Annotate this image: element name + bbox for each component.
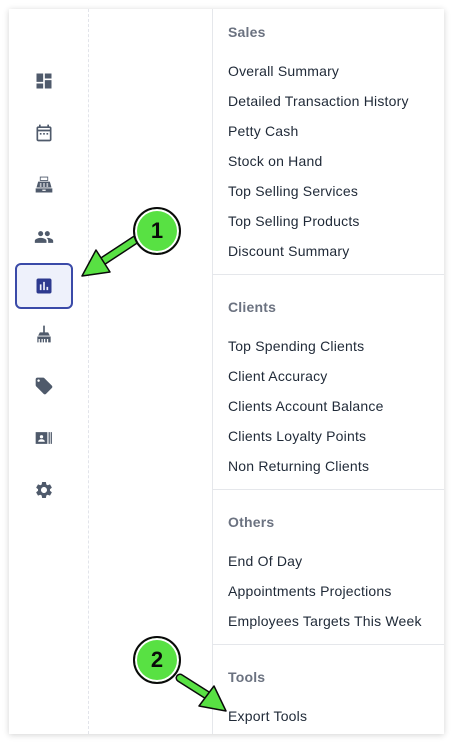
- menu-item-petty-cash[interactable]: Petty Cash: [228, 123, 298, 139]
- calendar-icon: [36, 124, 52, 142]
- menu-item-appointments-projections[interactable]: Appointments Projections: [228, 583, 392, 599]
- gear-icon: [36, 482, 52, 498]
- menu-item-top-spending-clients[interactable]: Top Spending Clients: [228, 338, 364, 354]
- contact-card-icon: [35, 432, 52, 444]
- section-title-others: Others: [228, 514, 275, 530]
- cash-register-icon: [35, 176, 53, 193]
- sidebar: [9, 9, 89, 734]
- menu-item-employees-targets-this-week[interactable]: Employees Targets This Week: [228, 613, 422, 629]
- menu-item-top-selling-services[interactable]: Top Selling Services: [228, 183, 358, 199]
- menu-item-end-of-day[interactable]: End Of Day: [228, 553, 302, 569]
- tag-icon: [35, 377, 53, 395]
- content-gap: [89, 9, 213, 734]
- menu-item-export-tools[interactable]: Export Tools: [228, 708, 307, 724]
- menu-item-overall-summary[interactable]: Overall Summary: [228, 63, 339, 79]
- sidebar-item-tags[interactable]: [15, 363, 73, 409]
- app-window: Sales Overall Summary Detailed Transacti…: [9, 9, 444, 734]
- menu-item-non-returning-clients[interactable]: Non Returning Clients: [228, 458, 369, 474]
- menu-item-stock-on-hand[interactable]: Stock on Hand: [228, 153, 322, 169]
- sidebar-item-cleaning[interactable]: [15, 311, 73, 357]
- menu-item-clients-account-balance[interactable]: Clients Account Balance: [228, 398, 384, 414]
- sidebar-item-settings[interactable]: [15, 467, 73, 513]
- callout-badge-1: 1: [133, 207, 181, 255]
- sidebar-item-reports[interactable]: [15, 263, 73, 309]
- section-title-sales: Sales: [228, 24, 266, 40]
- menu-item-detailed-transaction-history[interactable]: Detailed Transaction History: [228, 93, 409, 109]
- section-title-tools: Tools: [228, 669, 266, 685]
- reports-chart-icon: [36, 278, 52, 294]
- sidebar-item-calendar[interactable]: [15, 110, 73, 156]
- reports-menu: Sales Overall Summary Detailed Transacti…: [213, 9, 444, 734]
- sidebar-item-dashboard[interactable]: [15, 58, 73, 104]
- broom-icon: [37, 325, 51, 343]
- sidebar-item-cash-register[interactable]: [15, 162, 73, 208]
- divider: [213, 274, 444, 275]
- menu-item-top-selling-products[interactable]: Top Selling Products: [228, 213, 360, 229]
- sidebar-item-clients[interactable]: [15, 214, 73, 260]
- people-icon: [34, 231, 54, 243]
- divider: [213, 489, 444, 490]
- dashboard-icon: [36, 73, 52, 89]
- section-title-clients: Clients: [228, 299, 277, 315]
- divider: [213, 644, 444, 645]
- callout-badge-2: 2: [133, 636, 181, 684]
- menu-item-discount-summary[interactable]: Discount Summary: [228, 243, 349, 259]
- sidebar-item-employees[interactable]: [15, 415, 73, 461]
- menu-item-clients-loyalty-points[interactable]: Clients Loyalty Points: [228, 428, 366, 444]
- menu-item-client-accuracy[interactable]: Client Accuracy: [228, 368, 327, 384]
